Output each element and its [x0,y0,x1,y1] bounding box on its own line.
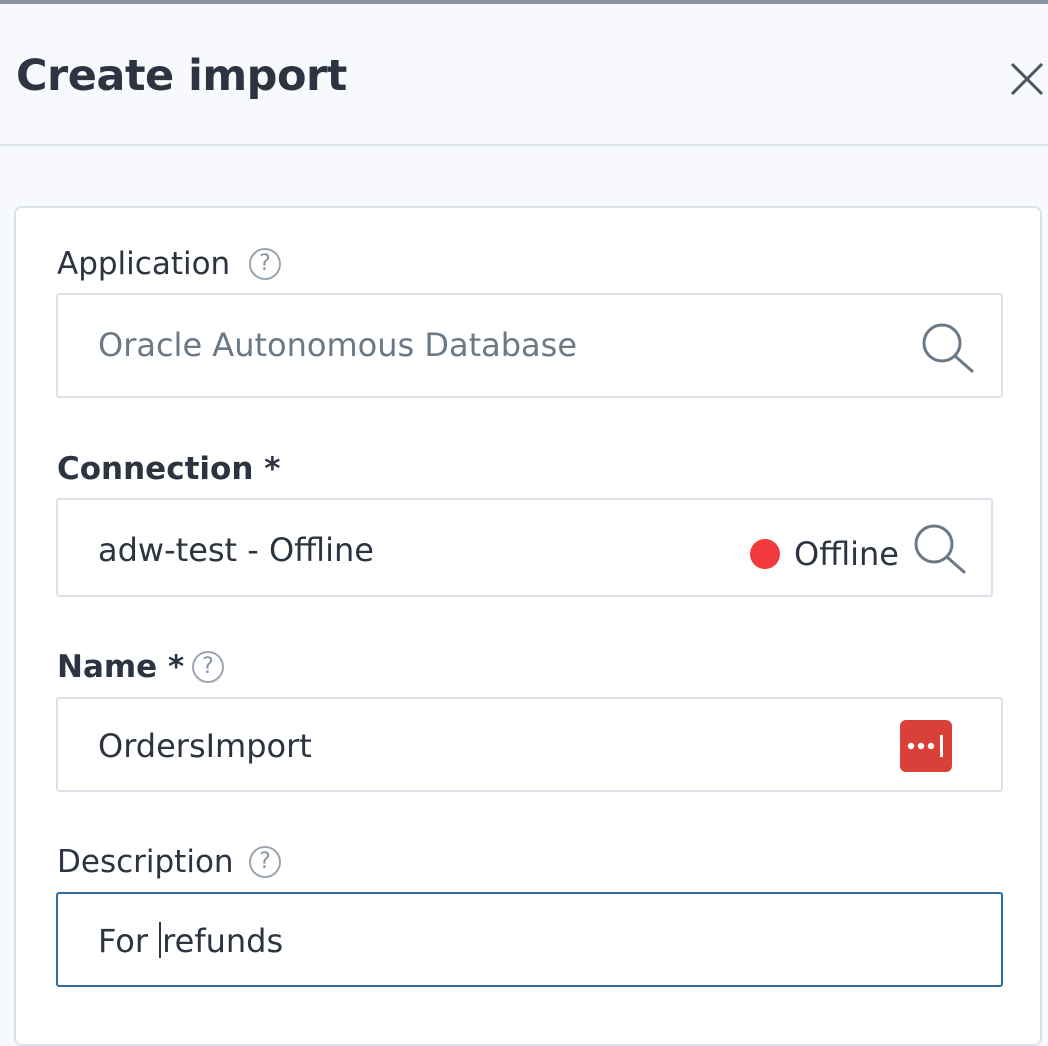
description-help-icon[interactable]: ? [249,846,281,878]
application-field[interactable]: Oracle Autonomous Database [56,293,1003,398]
connection-status: Offline [794,535,899,573]
description-field[interactable]: For refunds [56,892,1003,987]
description-text-before-cursor: For [98,922,159,960]
connection-field[interactable]: adw-test - Offline Offline [56,498,993,597]
description-text-after-cursor: refunds [162,922,284,960]
dialog-title: Create import [16,51,347,101]
name-help-icon[interactable]: ? [192,651,224,683]
description-label: Description [57,844,234,880]
text-cursor [159,922,162,958]
dialog-header: Create import [0,4,1048,146]
password-manager-icon[interactable] [900,720,952,772]
description-value: For refunds [98,921,283,961]
name-field[interactable]: OrdersImport [56,697,1003,792]
application-label: Application [57,246,231,282]
search-icon[interactable] [920,321,976,377]
search-icon[interactable] [912,522,968,578]
application-help-icon[interactable]: ? [249,248,281,280]
connection-value: adw-test - Offline [98,531,374,569]
name-label: Name * [57,649,185,685]
offline-status-dot [750,539,780,569]
application-value: Oracle Autonomous Database [98,326,578,364]
close-icon[interactable] [1004,56,1048,100]
name-value: OrdersImport [98,727,312,765]
connection-label: Connection * [57,451,281,487]
